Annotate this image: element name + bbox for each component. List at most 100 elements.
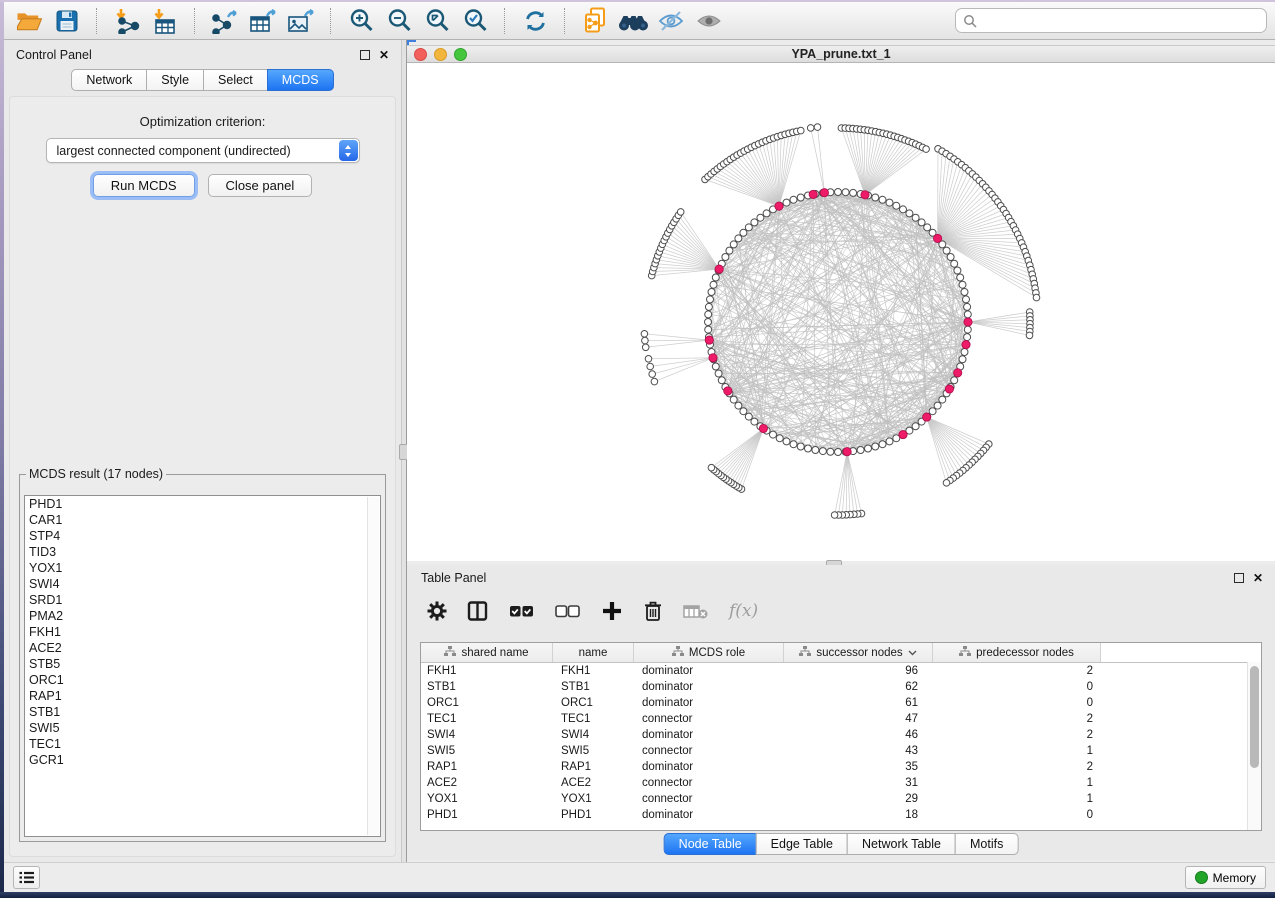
- mcds-result-item[interactable]: FKH1: [25, 624, 380, 640]
- tab-node-table[interactable]: Node Table: [664, 833, 757, 855]
- mcds-result-item[interactable]: RAP1: [25, 688, 380, 704]
- tab-style[interactable]: Style: [146, 69, 204, 91]
- column-header-shared-name[interactable]: shared name: [421, 643, 553, 662]
- table-scrollbar-thumb[interactable]: [1250, 666, 1259, 768]
- column-header-name[interactable]: name: [553, 643, 634, 662]
- table-cell[interactable]: 1: [933, 791, 1101, 807]
- show-panels-list-button[interactable]: [13, 866, 40, 889]
- table-cell[interactable]: 47: [784, 711, 933, 727]
- run-mcds-button[interactable]: Run MCDS: [93, 174, 195, 197]
- save-session-button[interactable]: [48, 5, 86, 37]
- column-header-successor-nodes[interactable]: successor nodes: [784, 643, 933, 662]
- mcds-result-item[interactable]: YOX1: [25, 560, 380, 576]
- table-row[interactable]: SWI4SWI4dominator462: [421, 727, 1261, 743]
- control-panel-close-button[interactable]: ✕: [379, 49, 389, 61]
- table-cell[interactable]: ORC1: [553, 695, 634, 711]
- table-cell[interactable]: dominator: [634, 727, 784, 743]
- optimization-criterion-select[interactable]: largest connected component (undirected): [46, 138, 360, 163]
- table-cell[interactable]: RAP1: [421, 759, 553, 775]
- table-cell[interactable]: 43: [784, 743, 933, 759]
- table-row[interactable]: YOX1YOX1connector291: [421, 791, 1261, 807]
- zoom-out-button[interactable]: [380, 5, 418, 37]
- table-row[interactable]: PHD1PHD1dominator180: [421, 807, 1261, 823]
- table-cell[interactable]: 2: [933, 711, 1101, 727]
- table-cell[interactable]: 96: [784, 663, 933, 679]
- table-cell[interactable]: dominator: [634, 759, 784, 775]
- table-cell[interactable]: STB1: [421, 679, 553, 695]
- table-cell[interactable]: RAP1: [553, 759, 634, 775]
- table-cell[interactable]: 1: [933, 743, 1101, 759]
- tab-mcds[interactable]: MCDS: [267, 69, 334, 91]
- zoom-in-button[interactable]: [342, 5, 380, 37]
- table-row[interactable]: TEC1TEC1connector472: [421, 711, 1261, 727]
- mcds-result-item[interactable]: ACE2: [25, 640, 380, 656]
- column-header-predecessor-nodes[interactable]: predecessor nodes: [933, 643, 1101, 662]
- delete-table-button-disabled[interactable]: [683, 601, 709, 621]
- export-image-button[interactable]: [282, 5, 320, 37]
- mcds-result-item[interactable]: CAR1: [25, 512, 380, 528]
- table-cell[interactable]: PHD1: [553, 807, 634, 823]
- table-cell[interactable]: YOX1: [553, 791, 634, 807]
- export-table-button[interactable]: [244, 5, 282, 37]
- table-cell[interactable]: 31: [784, 775, 933, 791]
- table-cell[interactable]: PHD1: [421, 807, 553, 823]
- table-cell[interactable]: SWI5: [553, 743, 634, 759]
- table-cell[interactable]: SWI5: [421, 743, 553, 759]
- memory-button[interactable]: Memory: [1185, 866, 1266, 889]
- table-row[interactable]: STB1STB1dominator620: [421, 679, 1261, 695]
- copy-network-button[interactable]: [576, 5, 614, 37]
- table-row[interactable]: SWI5SWI5connector431: [421, 743, 1261, 759]
- first-neighbors-button[interactable]: [614, 5, 652, 37]
- table-cell[interactable]: 0: [933, 695, 1101, 711]
- mcds-list-scrollbar[interactable]: [367, 497, 379, 835]
- create-column-button[interactable]: [601, 600, 623, 622]
- table-cell[interactable]: 1: [933, 775, 1101, 791]
- table-cell[interactable]: FKH1: [421, 663, 553, 679]
- table-cell[interactable]: FKH1: [553, 663, 634, 679]
- table-panel-float-button[interactable]: [1234, 573, 1244, 583]
- table-cell[interactable]: SWI4: [553, 727, 634, 743]
- table-cell[interactable]: ACE2: [553, 775, 634, 791]
- mcds-result-item[interactable]: STB5: [25, 656, 380, 672]
- table-scrollbar[interactable]: [1247, 662, 1261, 830]
- table-cell[interactable]: 61: [784, 695, 933, 711]
- zoom-selected-button[interactable]: [456, 5, 494, 37]
- hide-selected-button[interactable]: [652, 5, 690, 37]
- unselect-all-columns-button[interactable]: [555, 601, 581, 621]
- mcds-result-item[interactable]: SWI5: [25, 720, 380, 736]
- table-cell[interactable]: 2: [933, 663, 1101, 679]
- mcds-result-item[interactable]: GCR1: [25, 752, 380, 768]
- tab-network-table[interactable]: Network Table: [847, 833, 956, 855]
- import-table-button[interactable]: [146, 5, 184, 37]
- mcds-result-item[interactable]: STB1: [25, 704, 380, 720]
- table-cell[interactable]: dominator: [634, 807, 784, 823]
- table-settings-button[interactable]: [427, 601, 447, 621]
- tab-network[interactable]: Network: [71, 69, 147, 91]
- select-all-columns-button[interactable]: [509, 601, 535, 621]
- table-cell[interactable]: 18: [784, 807, 933, 823]
- table-cell[interactable]: SWI4: [421, 727, 553, 743]
- delete-column-button[interactable]: [643, 600, 663, 622]
- tab-edge-table[interactable]: Edge Table: [756, 833, 848, 855]
- table-cell[interactable]: TEC1: [553, 711, 634, 727]
- table-cell[interactable]: TEC1: [421, 711, 553, 727]
- table-cell[interactable]: dominator: [634, 695, 784, 711]
- table-cell[interactable]: 2: [933, 759, 1101, 775]
- table-cell[interactable]: 2: [933, 727, 1101, 743]
- mcds-result-item[interactable]: TID3: [25, 544, 380, 560]
- table-cell[interactable]: connector: [634, 775, 784, 791]
- table-row[interactable]: ACE2ACE2connector311: [421, 775, 1261, 791]
- mcds-result-item[interactable]: PMA2: [25, 608, 380, 624]
- show-column-panel-button[interactable]: [467, 601, 489, 621]
- column-header-MCDS-role[interactable]: MCDS role: [634, 643, 784, 662]
- table-panel-close-button[interactable]: ✕: [1253, 572, 1263, 584]
- export-network-button[interactable]: [206, 5, 244, 37]
- table-cell[interactable]: connector: [634, 711, 784, 727]
- table-row[interactable]: RAP1RAP1dominator352: [421, 759, 1261, 775]
- table-cell[interactable]: dominator: [634, 663, 784, 679]
- refresh-view-button[interactable]: [516, 5, 554, 37]
- table-cell[interactable]: 62: [784, 679, 933, 695]
- tab-motifs[interactable]: Motifs: [955, 833, 1018, 855]
- mcds-result-item[interactable]: STP4: [25, 528, 380, 544]
- table-cell[interactable]: connector: [634, 791, 784, 807]
